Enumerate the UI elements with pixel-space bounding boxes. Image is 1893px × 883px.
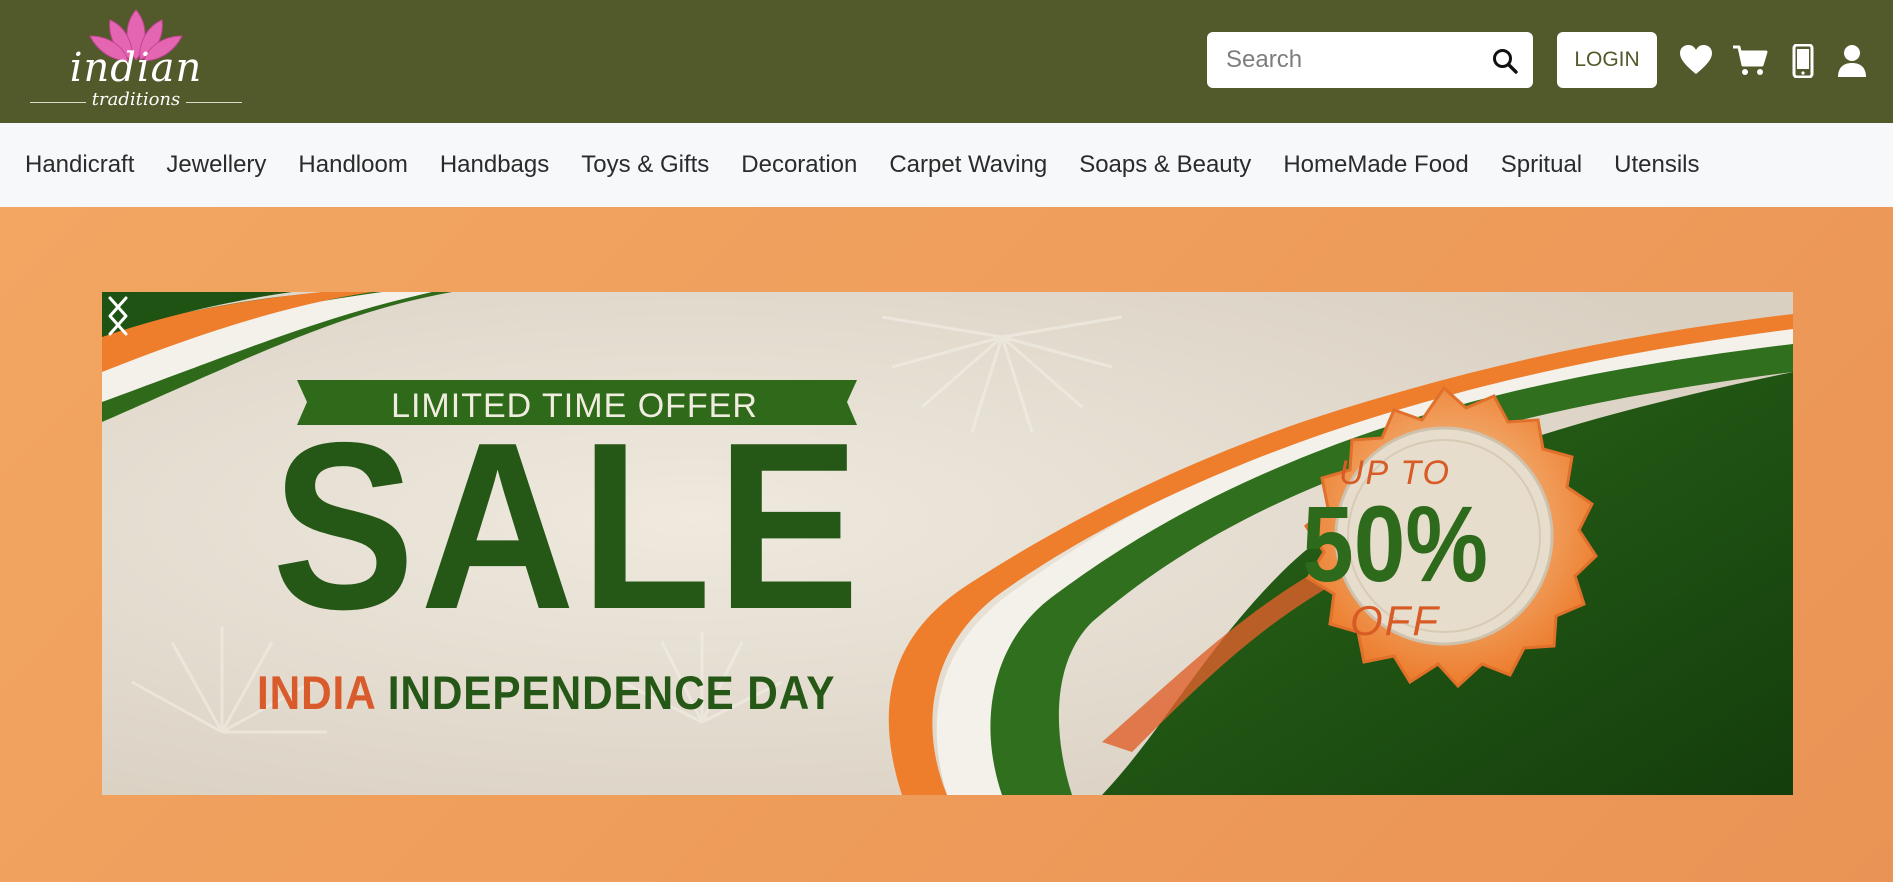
occasion-india: INDIA (257, 666, 376, 719)
nav-item-toys-gifts[interactable]: Toys & Gifts (581, 151, 709, 179)
heart-icon[interactable] (1679, 44, 1713, 76)
nav-item-handbags[interactable]: Handbags (440, 151, 549, 179)
logo-wordmark: indian (69, 45, 203, 91)
brand-logo[interactable]: indian traditions (28, 6, 244, 116)
login-button[interactable]: LOGIN (1557, 32, 1657, 88)
nav-item-utensils[interactable]: Utensils (1614, 151, 1699, 179)
sale-headline: SALE (272, 394, 865, 659)
user-icon[interactable] (1837, 44, 1867, 78)
nav-item-spritual[interactable]: Spritual (1501, 151, 1582, 179)
hero-section: LIMITED TIME OFFER SALE INDIA INDEPENDEN… (0, 207, 1893, 882)
nav-item-homemade-food[interactable]: HomeMade Food (1283, 151, 1468, 179)
chevron-right-icon[interactable] (102, 292, 134, 340)
occasion-independence-day: INDEPENDENCE DAY (387, 666, 836, 719)
phone-icon[interactable] (1792, 44, 1814, 78)
nav-item-handloom[interactable]: Handloom (298, 151, 407, 179)
category-nav: Handicraft Jewellery Handloom Handbags T… (0, 123, 1893, 207)
nav-item-soaps-beauty[interactable]: Soaps & Beauty (1079, 151, 1251, 179)
search-box (1207, 32, 1533, 88)
discount-badge-suffix: OFF (1350, 597, 1440, 644)
site-header: indian traditions LOGIN (0, 0, 1893, 123)
nav-item-decoration[interactable]: Decoration (741, 151, 857, 179)
nav-item-jewellery[interactable]: Jewellery (166, 151, 266, 179)
sale-banner[interactable]: LIMITED TIME OFFER SALE INDIA INDEPENDEN… (102, 292, 1793, 795)
search-input[interactable] (1226, 40, 1496, 80)
occasion-line: INDIA INDEPENDENCE DAY (257, 665, 835, 721)
logo-tagline: traditions (91, 89, 181, 110)
nav-item-handicraft[interactable]: Handicraft (25, 151, 134, 179)
nav-item-carpet-waving[interactable]: Carpet Waving (889, 151, 1047, 179)
discount-badge-value: 50% (1302, 483, 1488, 604)
cart-icon[interactable] (1732, 44, 1768, 76)
logo-divider (186, 102, 242, 103)
search-icon[interactable] (1491, 47, 1519, 75)
